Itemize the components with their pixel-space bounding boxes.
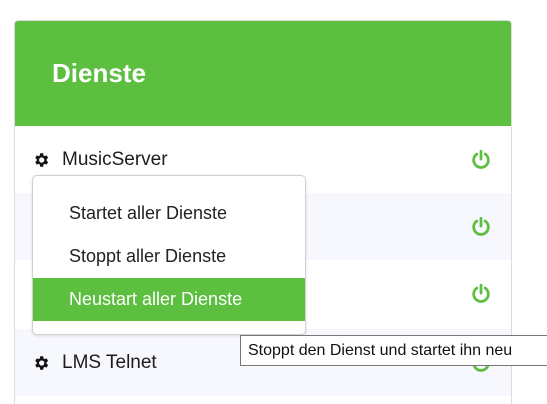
service-name: MusicServer [62, 148, 168, 170]
menu-item-restart-all[interactable]: Neustart aller Dienste [33, 278, 305, 321]
power-icon[interactable] [470, 282, 492, 306]
power-icon[interactable] [470, 148, 492, 172]
power-icon[interactable] [470, 215, 492, 239]
service-name: LMS Telnet [62, 351, 157, 373]
context-menu: Startet aller Dienste Stoppt aller Diens… [32, 175, 306, 335]
gear-icon [35, 152, 49, 167]
gear-icon [35, 355, 49, 370]
menu-item-start-all[interactable]: Startet aller Dienste [33, 192, 305, 235]
menu-item-stop-all[interactable]: Stoppt aller Dienste [33, 235, 305, 278]
panel-header: Dienste [15, 21, 511, 126]
panel-title: Dienste [52, 58, 146, 88]
tooltip: Stoppt den Dienst und startet ihn neu [240, 335, 547, 366]
